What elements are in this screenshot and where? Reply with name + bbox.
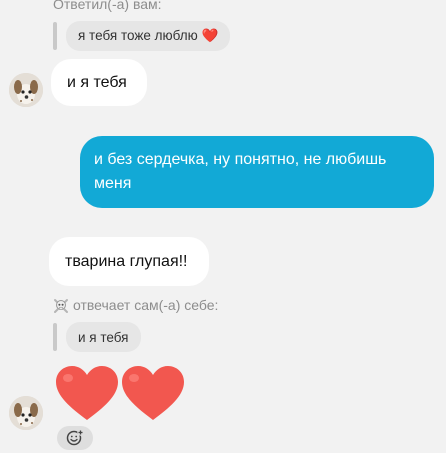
avatar-image [9, 73, 43, 107]
message-text: и я тебя [67, 73, 127, 91]
incoming-message[interactable]: тварина глупая!! [49, 237, 209, 286]
avatar-image [9, 396, 43, 430]
quote-bar [53, 323, 57, 351]
outgoing-message[interactable]: и без сердечка, ну понятно, не любишь ме… [80, 136, 434, 208]
quote-bar [53, 22, 57, 50]
skull-icon [53, 298, 69, 314]
avatar[interactable] [9, 396, 43, 430]
quoted-message[interactable]: я тебя тоже люблю ❤️ [66, 21, 231, 51]
add-reaction-icon [66, 429, 84, 446]
message-text: тварина глупая!! [65, 252, 188, 270]
heart-emoji [122, 366, 184, 420]
heart-emoji [56, 366, 118, 420]
reply-header: Ответил(-а) вам: [53, 0, 162, 12]
quoted-message[interactable]: и я тебя [66, 322, 141, 352]
self-reply-header: отвечает сам(-а) себе: [73, 297, 219, 313]
add-reaction-button[interactable] [57, 426, 93, 450]
avatar[interactable] [9, 73, 43, 107]
emoji-message[interactable]: ❤️❤️ [53, 364, 189, 424]
incoming-message[interactable]: и я тебя [51, 59, 147, 106]
message-text: и без сердечка, ну понятно, не любишь ме… [94, 151, 387, 192]
